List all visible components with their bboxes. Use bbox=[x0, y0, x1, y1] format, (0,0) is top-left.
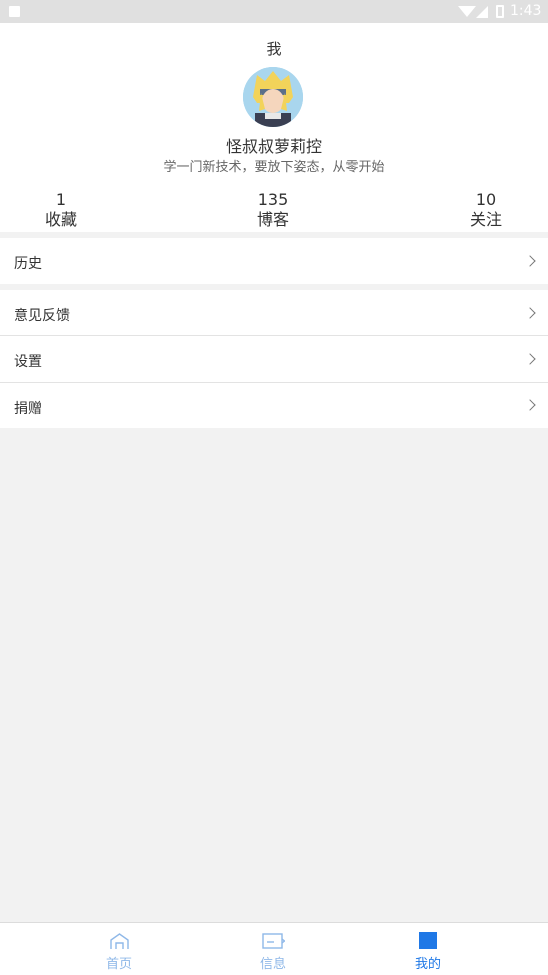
menu-item-label: 意见反馈 bbox=[14, 308, 70, 324]
battery-icon bbox=[496, 5, 504, 18]
stat-blogs[interactable]: 135 博客 bbox=[233, 190, 313, 231]
user-bio: 学一门新技术，要放下姿态，从零开始 bbox=[163, 160, 385, 175]
bottom-tab-bar: 首页 信息 我的 bbox=[0, 922, 548, 975]
stat-following-value: 10 bbox=[475, 190, 497, 209]
stat-favorites[interactable]: 1 收藏 bbox=[21, 190, 101, 231]
status-bar: 1:43 bbox=[0, 0, 548, 23]
menu-item-settings[interactable]: 设置 bbox=[0, 336, 548, 382]
stat-favorites-value: 1 bbox=[55, 190, 67, 209]
signal-icon bbox=[476, 6, 488, 18]
menu-item-history[interactable]: 历史 bbox=[0, 238, 548, 284]
chevron-right-icon bbox=[524, 399, 536, 411]
menu-item-feedback[interactable]: 意见反馈 bbox=[0, 290, 548, 336]
tab-me[interactable]: 我的 bbox=[378, 923, 478, 975]
tab-messages[interactable]: 信息 bbox=[223, 923, 323, 975]
menu-item-label: 历史 bbox=[14, 256, 42, 272]
wifi-icon bbox=[458, 6, 476, 17]
page-title: 我 bbox=[266, 40, 282, 58]
tab-me-label: 我的 bbox=[414, 957, 441, 972]
menu-item-label: 捐赠 bbox=[14, 401, 42, 417]
profile-icon bbox=[419, 932, 437, 949]
tab-messages-label: 信息 bbox=[259, 957, 286, 972]
chevron-right-icon bbox=[524, 307, 536, 319]
menu-item-donate[interactable]: 捐赠 bbox=[0, 383, 548, 428]
message-icon bbox=[262, 933, 285, 949]
stat-blogs-label: 博客 bbox=[256, 210, 289, 229]
menu-item-label: 设置 bbox=[14, 354, 42, 370]
stat-favorites-label: 收藏 bbox=[44, 210, 77, 229]
tab-home-label: 首页 bbox=[105, 957, 132, 972]
avatar-image bbox=[243, 67, 303, 127]
stat-following[interactable]: 10 关注 bbox=[446, 190, 526, 231]
avatar[interactable] bbox=[243, 67, 303, 127]
tab-home[interactable]: 首页 bbox=[69, 923, 169, 975]
home-icon bbox=[110, 933, 129, 949]
profile-header: 我 怪叔叔萝莉控 学一门新技术，要放下姿态，从零开始 1 收藏 135 博客 1… bbox=[0, 23, 548, 232]
stat-blogs-value: 135 bbox=[257, 190, 289, 209]
chevron-right-icon bbox=[524, 353, 536, 365]
username: 怪叔叔萝莉控 bbox=[225, 137, 322, 156]
status-time: 1:43 bbox=[510, 3, 542, 19]
stat-following-label: 关注 bbox=[469, 210, 502, 229]
sim-card-icon bbox=[9, 6, 20, 17]
chevron-right-icon bbox=[524, 255, 536, 267]
